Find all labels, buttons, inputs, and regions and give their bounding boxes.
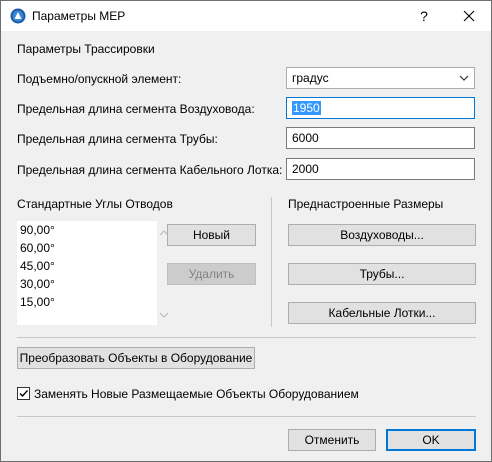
- list-item[interactable]: 45,00°: [17, 257, 157, 275]
- pipe-segment-value: 6000: [292, 131, 319, 145]
- close-icon: [463, 10, 475, 22]
- rise-element-label: Подъемно/опускной элемент:: [17, 72, 182, 86]
- convert-objects-button[interactable]: Преобразовать Объекты в Оборудование: [17, 347, 255, 369]
- mep-settings-dialog: Параметры MEP ? Параметры Трассировки По…: [0, 0, 492, 462]
- duct-segment-value: 1950: [292, 101, 321, 115]
- window-title: Параметры MEP: [32, 9, 126, 23]
- pipes-button[interactable]: Трубы...: [288, 263, 476, 285]
- list-item[interactable]: 30,00°: [17, 275, 157, 293]
- close-button[interactable]: [461, 7, 477, 25]
- cancel-button[interactable]: Отменить: [288, 429, 376, 451]
- title-bar: Параметры MEP ?: [1, 1, 491, 31]
- presets-section-title: Преднастроенные Размеры: [288, 197, 444, 211]
- footer-divider: [17, 416, 476, 417]
- cable-tray-segment-label: Предельная длина сегмента Кабельного Лот…: [17, 163, 283, 177]
- checkmark-icon: [19, 390, 29, 398]
- archicad-app-icon: [10, 8, 26, 24]
- duct-segment-label: Предельная длина сегмента Воздуховода:: [17, 102, 255, 116]
- pipe-segment-input[interactable]: 6000: [286, 127, 475, 149]
- duct-segment-input[interactable]: 1950: [286, 97, 475, 119]
- vertical-divider: [271, 197, 272, 327]
- scroll-down-arrow-icon[interactable]: [159, 311, 169, 319]
- horizontal-divider: [17, 337, 476, 338]
- cable-trays-button[interactable]: Кабельные Лотки...: [288, 302, 476, 324]
- chevron-down-icon: [459, 75, 469, 81]
- list-item[interactable]: 15,00°: [17, 293, 157, 311]
- ok-button[interactable]: OK: [386, 429, 476, 451]
- replace-objects-label[interactable]: Заменять Новые Размещаемые Объекты Обору…: [34, 387, 359, 401]
- ducts-button[interactable]: Воздуховоды...: [288, 224, 476, 246]
- replace-objects-checkbox[interactable]: [17, 387, 30, 400]
- pipe-segment-label: Предельная длина сегмента Трубы:: [17, 132, 218, 146]
- rise-element-value: градус: [292, 71, 329, 85]
- cable-tray-segment-value: 2000: [292, 162, 319, 176]
- help-button[interactable]: ?: [416, 7, 432, 25]
- angles-section-title: Стандартные Углы Отводов: [17, 197, 173, 211]
- delete-angle-button[interactable]: Удалить: [167, 263, 256, 285]
- rise-element-dropdown[interactable]: градус: [286, 67, 475, 89]
- new-angle-button[interactable]: Новый: [167, 224, 256, 246]
- angles-list[interactable]: 90,00° 60,00° 45,00° 30,00° 15,00°: [17, 221, 169, 325]
- cable-tray-segment-input[interactable]: 2000: [286, 158, 475, 180]
- list-item[interactable]: 90,00°: [17, 221, 157, 239]
- routing-section-title: Параметры Трассировки: [17, 42, 155, 56]
- list-item[interactable]: 60,00°: [17, 239, 157, 257]
